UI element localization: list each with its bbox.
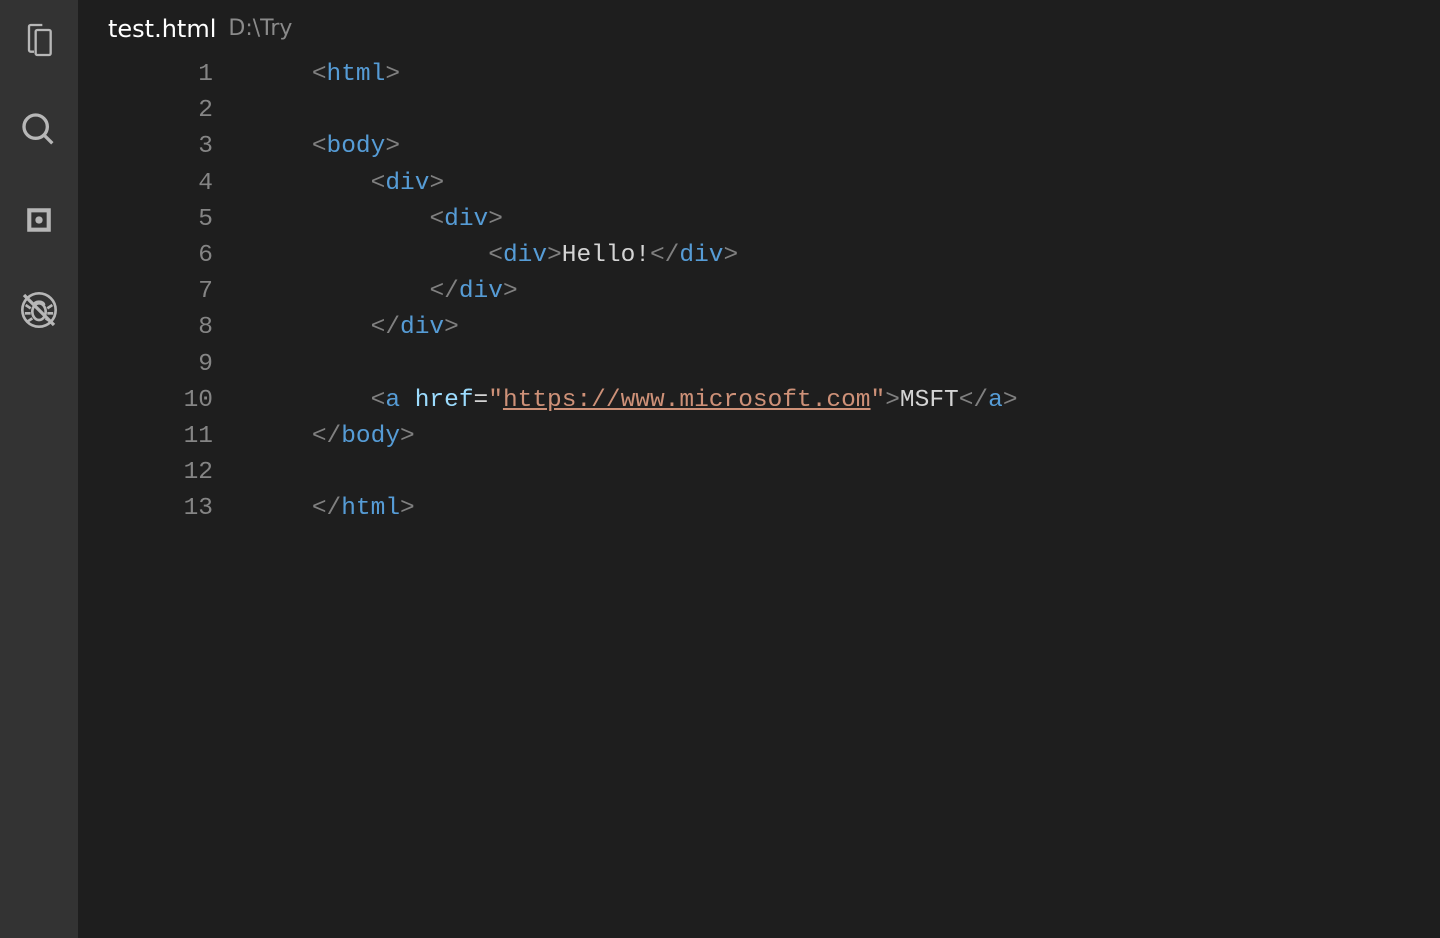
activity-bar <box>0 0 78 938</box>
line-number: 5 <box>78 202 213 238</box>
code-editor[interactable]: 12345678910111213 <html> <body> <div> <d… <box>78 57 1440 938</box>
line-number: 3 <box>78 129 213 165</box>
line-number: 4 <box>78 166 213 202</box>
line-number: 2 <box>78 93 213 129</box>
line-number: 1 <box>78 57 213 93</box>
code-line[interactable]: <body> <box>253 129 1440 165</box>
source-control-icon[interactable] <box>17 198 61 242</box>
code-line[interactable]: <div>Hello!</div> <box>253 238 1440 274</box>
tab-path: D:\Try <box>228 16 292 41</box>
line-number: 9 <box>78 347 213 383</box>
line-number-gutter: 12345678910111213 <box>78 57 253 938</box>
code-line[interactable]: <html> <box>253 57 1440 93</box>
code-line[interactable]: <div> <box>253 202 1440 238</box>
line-number: 8 <box>78 310 213 346</box>
code-line[interactable] <box>253 93 1440 129</box>
explorer-icon[interactable] <box>17 18 61 62</box>
main-area: test.html D:\Try 12345678910111213 <html… <box>78 0 1440 938</box>
line-number: 11 <box>78 419 213 455</box>
code-line[interactable]: </html> <box>253 491 1440 527</box>
code-line[interactable] <box>253 347 1440 383</box>
debug-icon[interactable] <box>17 288 61 332</box>
search-icon[interactable] <box>17 108 61 152</box>
code-content[interactable]: <html> <body> <div> <div> <div>Hello!</d… <box>253 57 1440 938</box>
line-number: 10 <box>78 383 213 419</box>
line-number: 7 <box>78 274 213 310</box>
code-line[interactable]: <div> <box>253 166 1440 202</box>
code-line[interactable]: </body> <box>253 419 1440 455</box>
code-line[interactable]: <a href="https://www.microsoft.com">MSFT… <box>253 383 1440 419</box>
tab-filename[interactable]: test.html <box>108 15 216 43</box>
code-line[interactable]: </div> <box>253 274 1440 310</box>
line-number: 6 <box>78 238 213 274</box>
line-number: 13 <box>78 491 213 527</box>
code-line[interactable]: </div> <box>253 310 1440 346</box>
code-line[interactable] <box>253 455 1440 491</box>
editor-tab-bar: test.html D:\Try <box>78 0 1440 57</box>
line-number: 12 <box>78 455 213 491</box>
